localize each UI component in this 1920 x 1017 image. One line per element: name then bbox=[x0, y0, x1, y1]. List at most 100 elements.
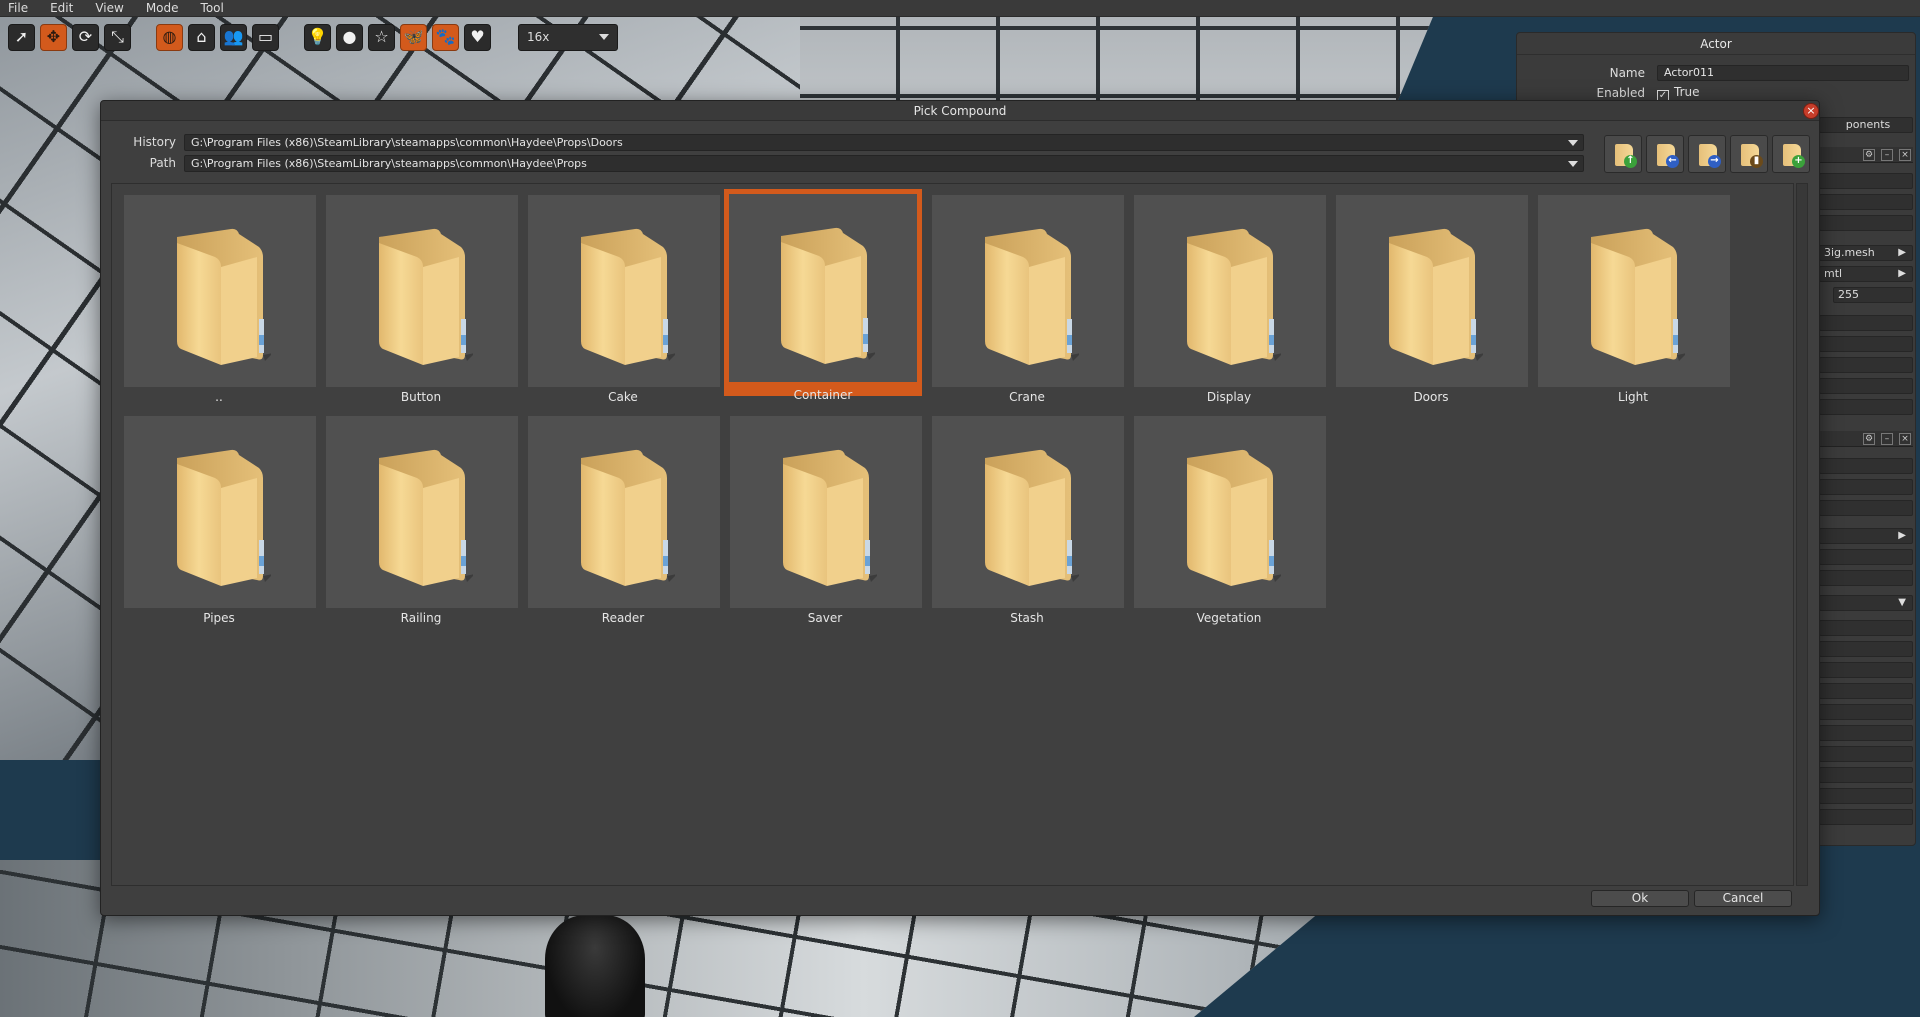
inspector-field[interactable] bbox=[1819, 215, 1913, 231]
menu-mode[interactable]: Mode bbox=[146, 1, 179, 15]
inspector-field[interactable] bbox=[1819, 725, 1913, 741]
toolbar-home-button[interactable]: ⌂ bbox=[188, 23, 215, 51]
folder-label: Doors bbox=[1413, 390, 1449, 404]
minimize-icon[interactable]: – bbox=[1881, 433, 1893, 445]
star-icon: ☆ bbox=[374, 27, 389, 46]
folder-tile[interactable]: Vegetation bbox=[1130, 412, 1328, 625]
toolbar-heart-button[interactable]: ♥ bbox=[464, 23, 491, 51]
folder-tile[interactable]: Saver bbox=[726, 412, 924, 625]
toolbar-sphere-button[interactable]: ● bbox=[336, 23, 363, 51]
close-icon[interactable]: × bbox=[1899, 433, 1911, 445]
mesh-field[interactable]: 3ig.mesh ▶ bbox=[1819, 245, 1913, 261]
toolbar-globe-button[interactable]: ◍ bbox=[156, 23, 183, 51]
menu-view[interactable]: View bbox=[95, 1, 123, 15]
toolbar-monitor-button[interactable]: ▭ bbox=[252, 23, 279, 51]
toolbar-select-arrow-button[interactable]: ➚ bbox=[8, 23, 35, 51]
inspector-field[interactable] bbox=[1819, 458, 1913, 474]
inspector-field[interactable] bbox=[1819, 809, 1913, 825]
folder-tile[interactable]: Reader bbox=[524, 412, 722, 625]
dialog-close-button[interactable]: × bbox=[1803, 103, 1819, 119]
inspector-field[interactable] bbox=[1819, 641, 1913, 657]
name-field[interactable]: Actor011 bbox=[1657, 65, 1909, 81]
folder-back-button[interactable]: ← bbox=[1646, 135, 1684, 173]
folder-tile[interactable]: .. bbox=[120, 191, 318, 404]
cancel-button[interactable]: Cancel bbox=[1694, 890, 1792, 907]
toolbar-rotate-button[interactable]: ⟳ bbox=[72, 23, 99, 51]
material-field[interactable]: mtl ▶ bbox=[1819, 266, 1913, 282]
folder-tile[interactable]: Container bbox=[724, 189, 922, 402]
grid-zoom-select[interactable]: 16x bbox=[518, 23, 618, 51]
inspector-field[interactable] bbox=[1819, 336, 1913, 352]
folder-up-button[interactable]: ↑ bbox=[1604, 135, 1642, 173]
toolbar-paw-button[interactable]: 🐾 bbox=[432, 23, 459, 51]
folder-tile[interactable]: Railing bbox=[322, 412, 520, 625]
toolbar-people-button[interactable]: 👥 bbox=[220, 23, 247, 51]
components-button[interactable]: ponents bbox=[1819, 117, 1913, 133]
inspector-field[interactable] bbox=[1819, 479, 1913, 495]
folder-new-button[interactable]: + bbox=[1772, 135, 1810, 173]
inspector-field[interactable] bbox=[1819, 767, 1913, 783]
folder-tile-thumbnail bbox=[528, 195, 720, 387]
folder-root-button[interactable]: ▮ bbox=[1730, 135, 1768, 173]
inspector-field[interactable] bbox=[1819, 570, 1913, 586]
inspector-field[interactable] bbox=[1819, 662, 1913, 678]
inspector-field[interactable] bbox=[1819, 549, 1913, 565]
folder-tile-thumbnail bbox=[326, 416, 518, 608]
path-select[interactable]: G:\Program Files (x86)\SteamLibrary\stea… bbox=[184, 154, 1584, 172]
folder-label: Cake bbox=[608, 390, 638, 404]
number-field[interactable]: 255 bbox=[1833, 287, 1913, 303]
folder-tile[interactable]: Pipes bbox=[120, 412, 318, 625]
path-row: Path G:\Program Files (x86)\SteamLibrary… bbox=[101, 154, 1584, 172]
inspector-field[interactable] bbox=[1819, 746, 1913, 762]
inspector-field[interactable] bbox=[1819, 378, 1913, 394]
folder-tile[interactable]: Display bbox=[1130, 191, 1328, 404]
toolbar-star-button[interactable]: ☆ bbox=[368, 23, 395, 51]
folder-tile[interactable]: Crane bbox=[928, 191, 1126, 404]
folder-tile-thumbnail bbox=[326, 195, 518, 387]
folder-label: Button bbox=[400, 390, 442, 404]
inspector-field[interactable] bbox=[1819, 704, 1913, 720]
menu-edit[interactable]: Edit bbox=[50, 1, 73, 15]
inspector-field[interactable] bbox=[1819, 620, 1913, 636]
folder-tile[interactable]: Stash bbox=[928, 412, 1126, 625]
layer-tools-group: 💡 ● ☆ 🦋 🐾 ♥ bbox=[304, 23, 496, 51]
inspector-field[interactable] bbox=[1819, 315, 1913, 331]
inspector-field[interactable] bbox=[1819, 683, 1913, 699]
toolbar-butterfly-button[interactable]: 🦋 bbox=[400, 23, 427, 51]
folder-label: Saver bbox=[807, 611, 843, 625]
menu-tool[interactable]: Tool bbox=[201, 1, 224, 15]
inspector-field[interactable] bbox=[1819, 194, 1913, 210]
folder-label: Stash bbox=[1010, 611, 1044, 625]
settings-icon[interactable]: ⚙ bbox=[1863, 149, 1875, 161]
inspector-field[interactable] bbox=[1819, 500, 1913, 516]
settings-icon[interactable]: ⚙ bbox=[1863, 433, 1875, 445]
folder-tile[interactable]: Light bbox=[1534, 191, 1732, 404]
inspector-field[interactable] bbox=[1819, 357, 1913, 373]
folder-tile[interactable]: Doors bbox=[1332, 191, 1530, 404]
chevron-right-icon: ▶ bbox=[1898, 247, 1906, 258]
inspector-field[interactable]: ▶ bbox=[1819, 528, 1913, 544]
inspector-field[interactable] bbox=[1819, 399, 1913, 415]
menu-file[interactable]: File bbox=[8, 1, 28, 15]
folder-tile[interactable]: Cake bbox=[524, 191, 722, 404]
folder-forward-button[interactable]: → bbox=[1688, 135, 1726, 173]
folder-tile-thumbnail bbox=[730, 416, 922, 608]
enabled-checkbox[interactable]: ✓ True bbox=[1657, 85, 1700, 102]
mesh-value: 3ig.mesh bbox=[1824, 246, 1875, 259]
folder-grid-scrollbar[interactable] bbox=[1796, 183, 1808, 886]
inspector-dropdown[interactable]: ▼ bbox=[1819, 595, 1913, 611]
component-header-2: ⚙ – × bbox=[1819, 431, 1913, 447]
toolbar-scale-button[interactable]: ⤡ bbox=[104, 23, 131, 51]
folder-tile[interactable]: Button bbox=[322, 191, 520, 404]
close-icon[interactable]: × bbox=[1899, 149, 1911, 161]
chevron-down-icon bbox=[599, 34, 609, 40]
toolbar-move-button[interactable]: ✥ bbox=[40, 23, 67, 51]
folder-icon bbox=[979, 227, 1081, 367]
minimize-icon[interactable]: – bbox=[1881, 149, 1893, 161]
monitor-icon: ▭ bbox=[257, 27, 274, 46]
history-select[interactable]: G:\Program Files (x86)\SteamLibrary\stea… bbox=[184, 133, 1584, 151]
inspector-field[interactable] bbox=[1819, 173, 1913, 189]
ok-button[interactable]: Ok bbox=[1591, 890, 1689, 907]
toolbar-lightbulb-button[interactable]: 💡 bbox=[304, 23, 331, 51]
inspector-field[interactable] bbox=[1819, 788, 1913, 804]
